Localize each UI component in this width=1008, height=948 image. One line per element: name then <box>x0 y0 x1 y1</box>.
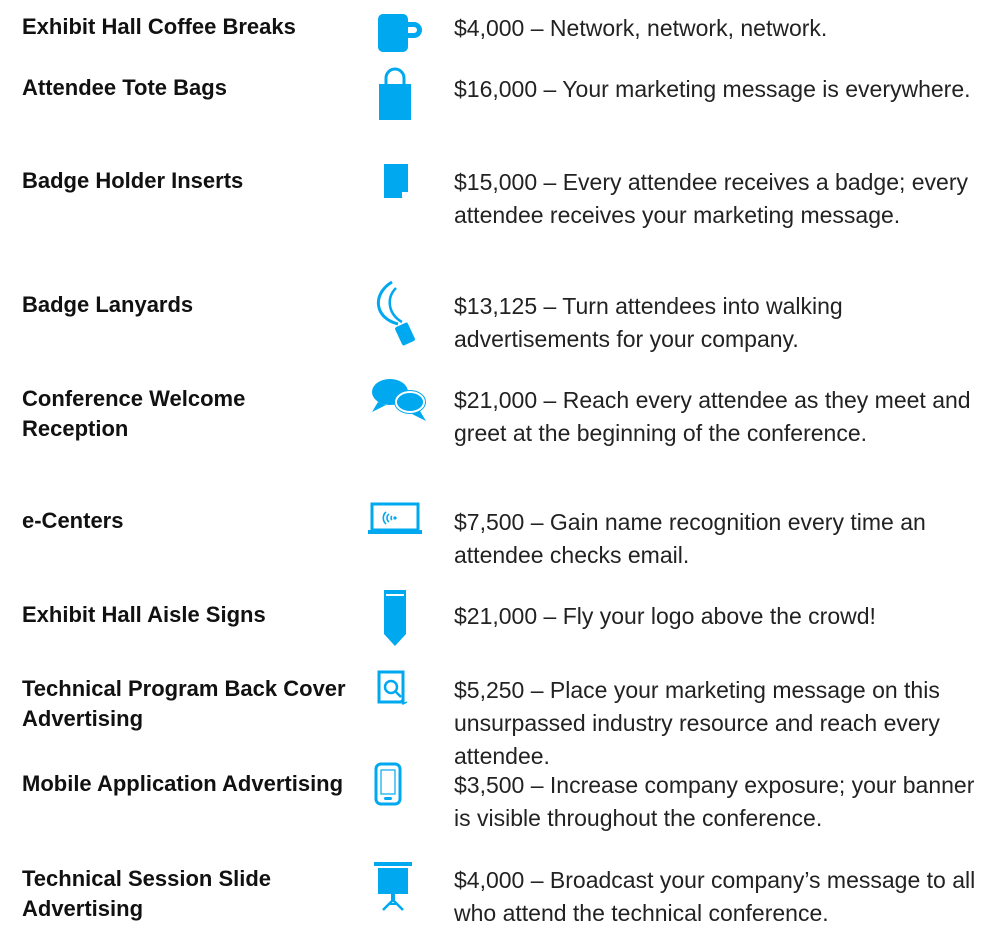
item-title: Badge Lanyards <box>22 292 194 317</box>
item-title: Exhibit Hall Aisle Signs <box>22 602 266 627</box>
item-description: $4,000 – Broadcast your company’s messag… <box>454 867 976 926</box>
item-description: $5,250 – Place your marketing message on… <box>454 677 940 769</box>
item-description: $16,000 – Your marketing message is ever… <box>454 76 971 102</box>
speech-bubbles-icon <box>366 374 432 434</box>
laptop-wifi-icon <box>366 502 432 562</box>
item-description: $3,500 – Increase company exposure; your… <box>454 772 975 831</box>
badge-insert-icon <box>366 160 432 220</box>
item-title: Badge Holder Inserts <box>22 168 244 193</box>
mobile-phone-icon <box>366 762 432 822</box>
projector-screen-icon <box>366 860 432 920</box>
item-title: e-Centers <box>22 508 124 533</box>
aisle-sign-icon <box>366 588 432 648</box>
item-title: Technical Session Slide Advertising <box>22 866 272 921</box>
lanyard-icon <box>366 280 432 346</box>
item-title: Attendee Tote Bags <box>22 75 227 100</box>
item-description: $21,000 – Reach every attendee as they m… <box>454 387 971 446</box>
item-description: $4,000 – Network, network, network. <box>454 15 828 41</box>
item-description: $21,000 – Fly your logo above the crowd! <box>454 603 876 629</box>
item-description: $7,500 – Gain name recognition every tim… <box>454 509 926 568</box>
item-description: $15,000 – Every attendee receives a badg… <box>454 169 969 228</box>
program-book-icon <box>366 670 432 730</box>
item-title: Conference Welcome Reception <box>22 386 246 441</box>
item-title: Mobile Application Advertising <box>22 771 344 796</box>
coffee-mug-icon <box>366 8 432 68</box>
item-title: Exhibit Hall Coffee Breaks <box>22 14 296 39</box>
item-description: $13,125 – Turn attendees into walking ad… <box>454 293 843 352</box>
item-title: Technical Program Back Cover Advertising <box>22 676 346 731</box>
tote-bag-icon <box>366 62 432 122</box>
